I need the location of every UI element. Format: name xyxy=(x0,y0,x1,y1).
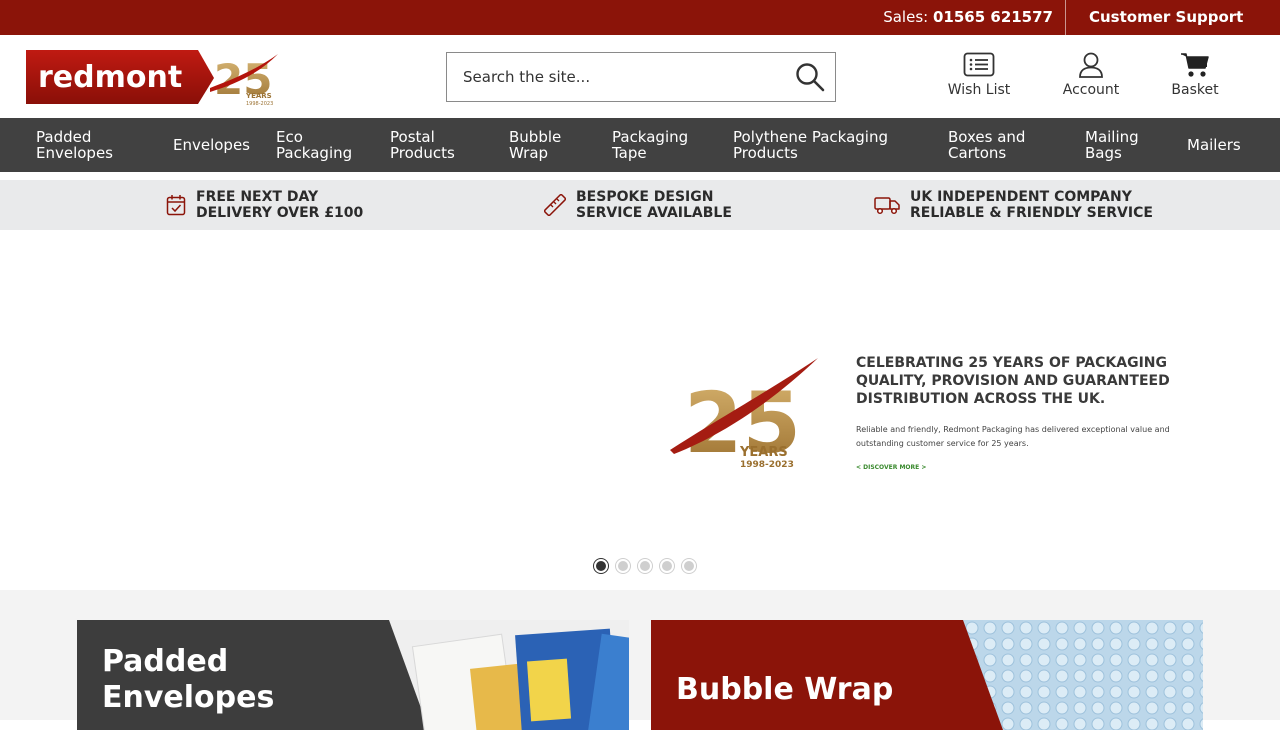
wishlist-icon xyxy=(963,52,995,77)
slide-dot-4[interactable] xyxy=(660,559,674,573)
anniversary-badge: 25 YEARS 1998-2023 xyxy=(670,354,820,474)
bubble-wrap-image xyxy=(963,620,1203,730)
hero-body: Reliable and friendly, Redmont Packaging… xyxy=(856,425,1170,448)
category-card-bubble-wrap[interactable]: Bubble Wrap xyxy=(651,620,1203,730)
sales-label: Sales: xyxy=(883,8,929,26)
account-link[interactable]: Account xyxy=(1060,52,1122,98)
usp-delivery: FREE NEXT DAY DELIVERY OVER £100 xyxy=(166,180,363,230)
hero-headline: CELEBRATING 25 YEARS OF PACKAGING QUALIT… xyxy=(856,355,1170,407)
usp-company-line1: UK INDEPENDENT COMPANY xyxy=(910,189,1132,205)
discover-more-link[interactable]: < DISCOVER MORE > xyxy=(856,464,926,471)
usp-bespoke-line1: BESPOKE DESIGN xyxy=(576,189,714,205)
logo-text: redmont xyxy=(38,60,182,95)
nav-postal-products[interactable]: Postal Products xyxy=(390,118,490,172)
usp-delivery-text: FREE NEXT DAY DELIVERY OVER £100 xyxy=(196,189,363,221)
search-icon[interactable] xyxy=(795,62,825,92)
usp-bespoke: BESPOKE DESIGN SERVICE AVAILABLE xyxy=(544,180,732,230)
nav-envelopes[interactable]: Envelopes xyxy=(173,118,263,172)
account-label: Account xyxy=(1062,82,1120,98)
customer-support-link[interactable]: Customer Support xyxy=(1089,0,1243,35)
category-title-line2: Envelopes xyxy=(102,680,275,715)
slide-dot-1[interactable] xyxy=(594,559,608,573)
logo-years-word: YEARS xyxy=(245,92,272,100)
nav-boxes-and-cartons[interactable]: Boxes and Cartons xyxy=(948,118,1068,172)
site-header: redmont 25 YEARS 1998-2023 Wish List Acc… xyxy=(0,35,1280,118)
usp-bespoke-line2: SERVICE AVAILABLE xyxy=(576,205,732,221)
calendar-check-icon xyxy=(166,195,186,216)
usp-company: UK INDEPENDENT COMPANY RELIABLE & FRIEND… xyxy=(874,180,1153,230)
usp-bar: FREE NEXT DAY DELIVERY OVER £100 BESPOKE… xyxy=(0,180,1280,230)
shopping-cart-icon xyxy=(1181,53,1209,77)
usp-delivery-line2: DELIVERY OVER £100 xyxy=(196,205,364,221)
basket-label: Basket xyxy=(1171,82,1219,98)
sales-number[interactable]: 01565 621577 xyxy=(933,8,1053,26)
category-section: Padded Envelopes Bubble Wrap xyxy=(0,590,1280,730)
nav-eco-packaging[interactable]: Eco Packaging xyxy=(276,118,372,172)
wishlist-link[interactable]: Wish List xyxy=(946,52,1012,98)
category-title-padded-envelopes: Padded Envelopes xyxy=(102,644,274,716)
nav-mailing-bags[interactable]: Mailing Bags xyxy=(1085,118,1169,172)
nav-padded-envelopes[interactable]: Padded Envelopes xyxy=(36,118,156,172)
slide-dot-5[interactable] xyxy=(682,559,696,573)
category-title-line1: Padded xyxy=(102,644,229,679)
category-title-bubble-wrap: Bubble Wrap xyxy=(676,672,894,707)
search-box xyxy=(446,52,836,102)
nav-packaging-tape[interactable]: Packaging Tape xyxy=(612,118,722,172)
user-icon xyxy=(1079,52,1103,78)
redmont-logo[interactable]: redmont 25 YEARS 1998-2023 xyxy=(26,50,278,107)
badge-range: 1998-2023 xyxy=(740,460,794,470)
badge-word: YEARS xyxy=(739,445,788,460)
nav-bubble-wrap[interactable]: Bubble Wrap xyxy=(509,118,589,172)
hero-slider[interactable]: 25 YEARS 1998-2023 CELEBRATING 25 YEARS … xyxy=(0,240,1280,590)
usp-delivery-line1: FREE NEXT DAY xyxy=(196,189,319,205)
nav-mailers[interactable]: Mailers xyxy=(1187,118,1267,172)
sales-phone[interactable]: Sales: 01565 621577 xyxy=(883,0,1066,35)
usp-company-text: UK INDEPENDENT COMPANY RELIABLE & FRIEND… xyxy=(910,189,1153,221)
nav-polythene-packaging-products[interactable]: Polythene Packaging Products xyxy=(733,118,933,172)
logo-years-range: 1998-2023 xyxy=(246,101,273,106)
main-navigation: Padded Envelopes Envelopes Eco Packaging… xyxy=(0,118,1280,172)
wishlist-label: Wish List xyxy=(947,82,1011,98)
ruler-icon xyxy=(544,194,566,216)
slide-dot-3[interactable] xyxy=(638,559,652,573)
padded-envelopes-image xyxy=(389,620,629,730)
slide-dot-2[interactable] xyxy=(616,559,630,573)
top-bar: Sales: 01565 621577 Customer Support xyxy=(0,0,1280,35)
category-card-padded-envelopes[interactable]: Padded Envelopes xyxy=(77,620,629,730)
basket-link[interactable]: Basket xyxy=(1168,52,1222,98)
search-input[interactable] xyxy=(447,53,787,101)
usp-bespoke-text: BESPOKE DESIGN SERVICE AVAILABLE xyxy=(576,189,732,221)
slider-pagination xyxy=(594,559,696,573)
usp-company-line2: RELIABLE & FRIENDLY SERVICE xyxy=(910,205,1153,221)
delivery-truck-icon xyxy=(874,197,900,215)
